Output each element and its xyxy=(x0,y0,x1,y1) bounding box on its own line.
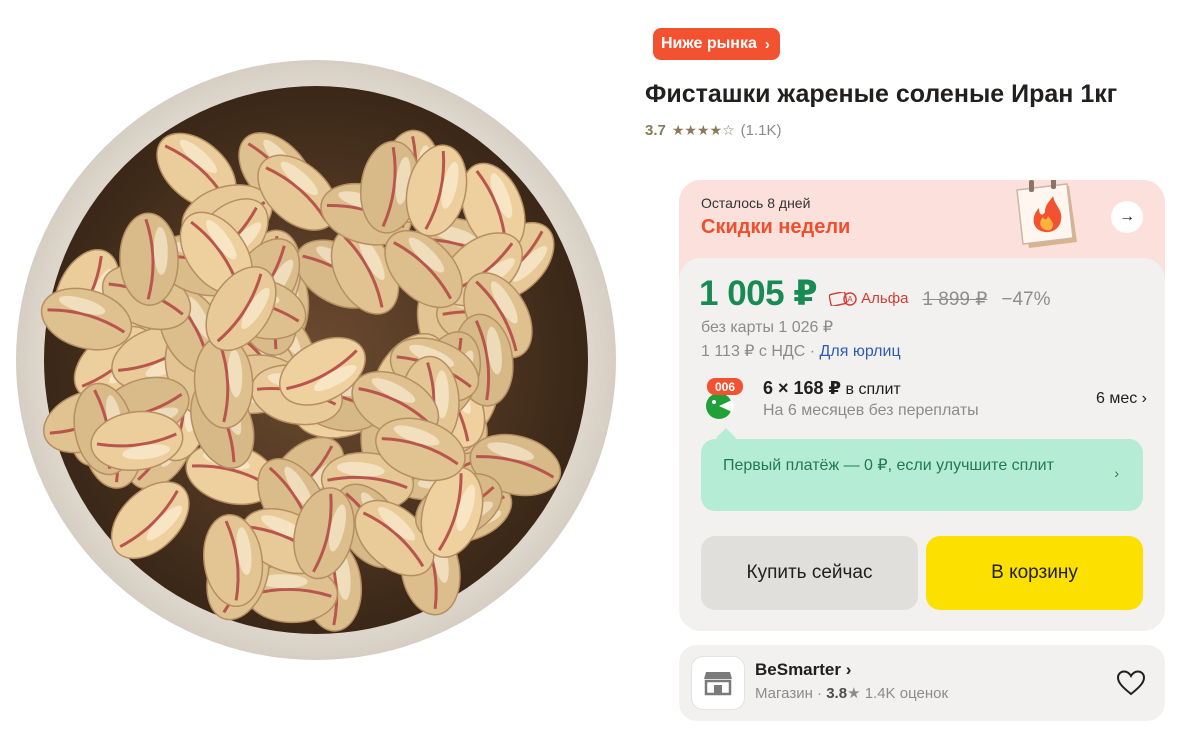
tooltip-tail xyxy=(716,428,736,448)
bank-card-icon: A xyxy=(829,292,857,306)
rating-count: (1.1K) xyxy=(740,122,782,139)
split-months: 6 мес xyxy=(1095,390,1138,407)
offer-card: Осталось 8 дней Скидки недели → 1 005 ₽ … xyxy=(679,180,1165,631)
split-suffix: в сплит xyxy=(841,381,901,398)
split-main: 6 × 168 ₽ в сплит xyxy=(763,378,901,399)
price-row: 1 005 ₽ A Альфа 1 899 ₽ −47% xyxy=(699,274,1050,314)
first-payment-text: Первый платёж — 0 ₽, если улучшите сплит xyxy=(723,457,1054,474)
below-market-badge[interactable]: Ниже рынка › xyxy=(653,28,780,60)
chevron-right-icon: › xyxy=(764,35,770,53)
star-icon: ★ xyxy=(847,685,861,702)
promo-days-left: Осталось 8 дней xyxy=(701,195,811,211)
promo-arrow-icon[interactable]: → xyxy=(1111,201,1143,233)
rating-stars-icon: ★★★★☆ xyxy=(671,122,735,138)
current-price: 1 005 ₽ xyxy=(699,274,818,313)
badge-label: Ниже рынка xyxy=(661,35,757,52)
product-image[interactable] xyxy=(14,34,618,686)
product-title: Фисташки жареные соленые Иран 1кг xyxy=(645,80,1118,108)
shop-name-text: BeSmarter xyxy=(755,660,841,679)
shop-card[interactable]: BeSmarter › Магазин · 3.8★ 1.4K оценок xyxy=(679,645,1165,721)
vat-price: 1 113 ₽ с НДС · Для юрлиц xyxy=(701,341,901,361)
price-block: 1 005 ₽ A Альфа 1 899 ₽ −47% без карты 1… xyxy=(679,258,1165,631)
discount-percent: −47% xyxy=(1001,289,1051,310)
bank-name: Альфа xyxy=(861,289,909,307)
vat-price-text: 1 113 ₽ с НДС · xyxy=(701,343,820,360)
chevron-right-icon: › xyxy=(1114,465,1119,481)
price-without-card: без карты 1 026 ₽ xyxy=(701,319,834,336)
heart-icon[interactable] xyxy=(1115,667,1147,699)
first-payment-offer[interactable]: Первый платёж — 0 ₽, если улучшите сплит… xyxy=(701,428,1143,511)
fire-calendar-icon xyxy=(1016,180,1077,248)
shop-rating: 3.8 xyxy=(826,685,848,702)
store-icon xyxy=(704,672,732,696)
shop-name[interactable]: BeSmarter › xyxy=(755,660,851,680)
chevron-right-icon: › xyxy=(845,660,852,679)
split-amount: 6 × 168 ₽ xyxy=(763,378,842,398)
split-subtitle: На 6 месяцев без переплаты xyxy=(763,402,979,419)
old-price: 1 899 ₽ xyxy=(922,289,988,310)
split-badge-text: 006 xyxy=(715,380,735,394)
split-payment-row[interactable]: 006 6 × 168 ₽ в сплит На 6 месяцев без п… xyxy=(701,376,1147,430)
shop-reviews: 1.4K оценок xyxy=(864,685,949,702)
shop-meta: Магазин · 3.8★ 1.4K оценок xyxy=(755,685,949,702)
split-months-selector[interactable]: 6 мес › xyxy=(1096,390,1147,408)
shop-type: Магазин xyxy=(755,685,813,702)
product-rating[interactable]: 3.7 ★★★★☆ (1.1K) xyxy=(645,122,781,139)
chevron-right-icon: › xyxy=(1141,390,1147,407)
business-link[interactable]: Для юрлиц xyxy=(820,343,901,360)
alfa-card-label[interactable]: A Альфа xyxy=(829,290,908,307)
add-to-cart-button[interactable]: В корзину xyxy=(926,536,1143,610)
shop-avatar xyxy=(691,656,745,710)
promo-name: Скидки недели xyxy=(701,216,851,238)
svg-text:A: A xyxy=(848,295,854,304)
split-logo-icon: 006 xyxy=(706,378,743,419)
buy-now-button[interactable]: Купить сейчас xyxy=(701,536,918,610)
rating-score: 3.7 xyxy=(645,122,666,139)
